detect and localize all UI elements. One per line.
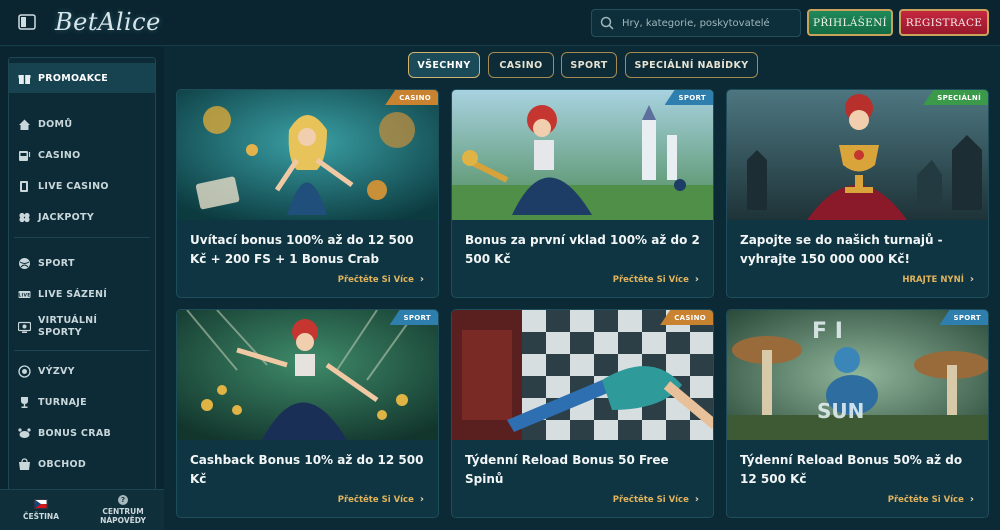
play-now-label: HRAJTE NYNÍ: [902, 274, 964, 285]
sidebar-item-label: OBCHOD: [38, 458, 87, 470]
sidebar-item-promoakce[interactable]: PROMOAKCE: [9, 63, 155, 93]
help-label: CENTRUM NÁPOVĚDY: [100, 507, 146, 525]
promo-card-welcome[interactable]: CASINO Uvítací bonus 100% až do 12 500 K…: [176, 89, 439, 298]
play-now-link[interactable]: HRAJTE NYNÍ ›: [902, 274, 974, 285]
search-icon: [600, 16, 614, 30]
read-more-label: Přečtěte Si Více: [612, 494, 689, 505]
sidebar-item-live-casino[interactable]: LIVE CASINO: [9, 173, 155, 199]
chevron-right-icon: ›: [694, 274, 699, 285]
sidebar-item-label: CASINO: [38, 149, 81, 161]
sidebar-item-label: LIVE SÁZENÍ: [38, 288, 108, 300]
crab-icon: [18, 427, 31, 440]
chevron-right-icon: ›: [969, 274, 974, 285]
sidebar-item-label: TURNAJE: [38, 396, 87, 408]
card-title: Bonus za první vklad 100% až do 2 500 Kč: [465, 233, 700, 266]
sidebar-item-label: JACKPOTY: [38, 211, 95, 223]
sidebar-item-vyzvy[interactable]: VÝZVY: [9, 358, 155, 384]
sidebar-item-label: VIRTUÁLNÍ SPORTY: [38, 315, 98, 338]
czech-flag-icon: [34, 499, 48, 509]
promo-image-queen-trophy: [727, 90, 988, 220]
sidebar-item-label: SPORT: [38, 257, 75, 269]
read-more-label: Přečtěte Si Více: [887, 494, 964, 505]
sidebar-item-bonus-crab[interactable]: BONUS CRAB: [9, 420, 155, 446]
sidebar-item-turnaje[interactable]: TURNAJE: [9, 389, 155, 415]
login-button[interactable]: PŘIHLÁŠENÍ: [807, 9, 893, 36]
sidebar-item-label: LIVE CASINO: [38, 180, 109, 192]
card-title: Cashback Bonus 10% až do 12 500 Kč: [190, 453, 424, 486]
read-more-label: Přečtěte Si Více: [337, 494, 414, 505]
card-title: Uvítací bonus 100% až do 12 500 Kč + 200…: [190, 233, 414, 266]
slot-machine-icon: [18, 149, 31, 162]
read-more-link[interactable]: Přečtěte Si Více ›: [613, 274, 699, 285]
tab-vsechny[interactable]: VŠECHNY: [408, 52, 480, 78]
search-input[interactable]: [622, 17, 792, 29]
chevron-right-icon: ›: [419, 274, 424, 285]
register-button[interactable]: REGISTRACE: [899, 9, 989, 36]
tab-casino[interactable]: CASINO: [488, 52, 554, 78]
read-more-link[interactable]: Přečtěte Si Více ›: [338, 274, 424, 285]
target-icon: [18, 364, 31, 378]
promo-card-tournaments[interactable]: SPECIÁLNÍ Zapojte se do našich turnajů -…: [726, 89, 989, 298]
read-more-link[interactable]: Přečtěte Si Více ›: [888, 494, 974, 505]
card-title: Zapojte se do našich turnajů - vyhrajte …: [740, 233, 943, 266]
sidebar-item-label: BONUS CRAB: [38, 427, 112, 439]
sidebar-item-sport[interactable]: SPORT: [9, 250, 155, 276]
clover-icon: [18, 211, 31, 224]
language-selector[interactable]: ČEŠTINA: [0, 490, 82, 530]
sidebar-item-label: VÝZVY: [38, 365, 75, 377]
read-more-label: Přečtěte Si Více: [337, 274, 414, 285]
svg-text:SUN: SUN: [817, 399, 864, 423]
promo-image-queen-sport: [452, 90, 713, 220]
sidebar-divider: [14, 237, 150, 238]
chevron-right-icon: ›: [694, 494, 699, 505]
sidebar-item-label: PROMOAKCE: [38, 72, 109, 84]
sidebar-item-obchod[interactable]: OBCHOD: [9, 451, 155, 477]
search-box[interactable]: [591, 9, 801, 37]
shop-icon: [18, 457, 31, 471]
sidebar-item-label: DOMŮ: [38, 118, 73, 130]
ball-icon: [18, 257, 31, 270]
tab-sport[interactable]: SPORT: [561, 52, 617, 78]
site-logo[interactable]: BetAlice: [55, 6, 161, 38]
svg-text:F I: F I: [812, 319, 843, 344]
language-label: ČEŠTINA: [22, 512, 60, 521]
read-more-label: Přečtěte Si Více: [612, 274, 689, 285]
live-icon: LIVE: [18, 288, 31, 301]
cards-icon: [18, 180, 31, 193]
trophy-icon: [18, 396, 31, 409]
svg-text:LIVE: LIVE: [18, 292, 30, 298]
tab-specialni-nabidky[interactable]: SPECIÁLNÍ NABÍDKY: [625, 52, 758, 78]
card-title: Týdenní Reload Bonus 50 Free Spinů: [465, 453, 669, 486]
card-title: Týdenní Reload Bonus 50% až do 12 500 Kč: [740, 453, 963, 486]
top-header: BetAlice PŘIHLÁŠENÍ REGISTRACE: [0, 0, 1000, 46]
home-icon: [18, 118, 31, 131]
sidebar-item-domu[interactable]: DOMŮ: [9, 111, 155, 137]
sidebar-item-jackpoty[interactable]: JACKPOTY: [9, 204, 155, 230]
sidebar-footer: ČEŠTINA ? CENTRUM NÁPOVĚDY: [0, 489, 164, 530]
help-icon: ?: [118, 495, 128, 505]
virtual-sports-icon: [18, 321, 31, 334]
chevron-right-icon: ›: [419, 494, 424, 505]
sidebar-divider: [14, 350, 150, 351]
badge-special: SPECIÁLNÍ: [923, 90, 988, 105]
sidebar-item-live-sazeni[interactable]: LIVE LIVE SÁZENÍ: [9, 281, 155, 307]
promo-card-first-deposit[interactable]: SPORT Bonus za první vklad 100% až do 2 …: [451, 89, 714, 298]
gift-icon: [18, 72, 31, 85]
help-center-link[interactable]: ? CENTRUM NÁPOVĚDY: [82, 490, 164, 530]
promo-card-weekly-reload-sport[interactable]: F I SUN SPORT Týdenní Reload Bonus 50% a…: [726, 309, 989, 518]
read-more-link[interactable]: Přečtěte Si Více ›: [338, 494, 424, 505]
promo-image-caterpillar: F I SUN: [727, 310, 988, 440]
promo-image-alice: [177, 90, 438, 220]
sidebar-toggle-icon[interactable]: [16, 12, 38, 32]
chevron-right-icon: ›: [969, 494, 974, 505]
read-more-link[interactable]: Přečtěte Si Více ›: [613, 494, 699, 505]
promo-image-checkered-floor: [452, 310, 713, 440]
promo-card-cashback[interactable]: SPORT Cashback Bonus 10% až do 12 500 Kč…: [176, 309, 439, 518]
sidebar-item-casino[interactable]: CASINO: [9, 142, 155, 168]
promo-image-queen-coins: [177, 310, 438, 440]
promo-card-weekly-reload-fs[interactable]: CASINO Týdenní Reload Bonus 50 Free Spin…: [451, 309, 714, 518]
sidebar-item-virtualni-sporty[interactable]: VIRTUÁLNÍ SPORTY: [9, 310, 155, 344]
